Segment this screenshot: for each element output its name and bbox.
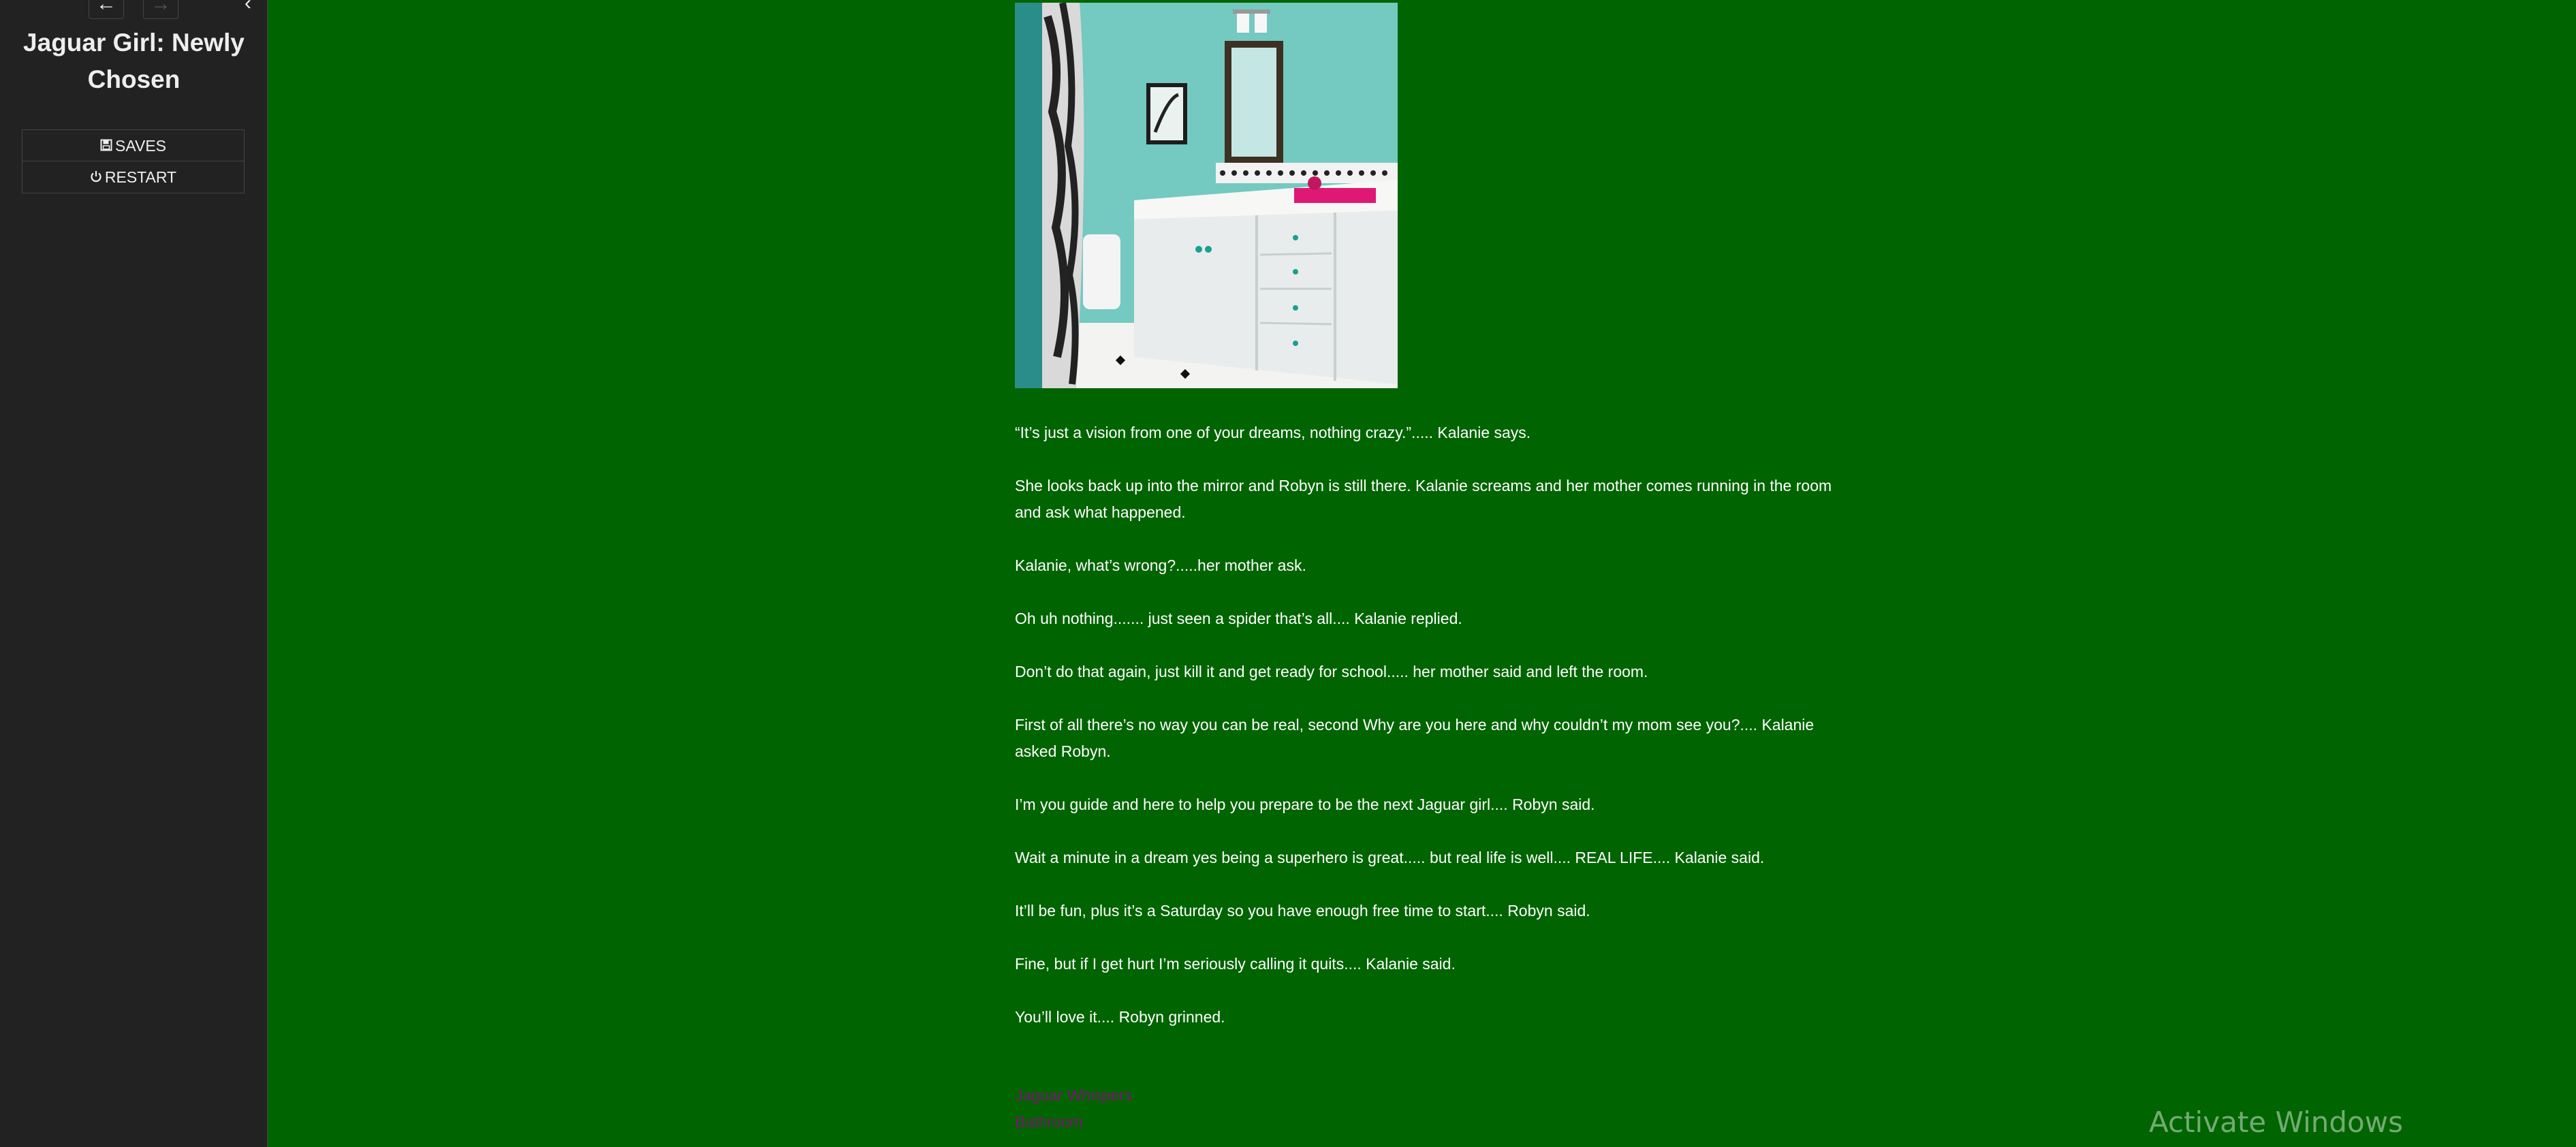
story-title: Jaguar Girl: Newly Chosen: [23, 29, 245, 93]
sidebar: ← → ‹ Jaguar Girl: Newly Chosen SAVES RE…: [0, 0, 268, 1147]
sidebar-toggle-button[interactable]: ‹: [234, 0, 262, 19]
save-icon: [100, 131, 112, 163]
passage-paragraph: Oh uh nothing....... just seen a spider …: [1015, 610, 1462, 627]
arrow-right-icon: →: [151, 0, 171, 15]
saves-button[interactable]: SAVES: [22, 130, 244, 161]
sidebar-menu: SAVES RESTART: [22, 129, 245, 193]
passage-paragraph: It’ll be fun, plus it’s a Saturday so yo…: [1015, 902, 1590, 920]
passage-paragraph: Don’t do that again, just kill it and ge…: [1015, 663, 1648, 680]
activate-windows-watermark: Activate Windows: [2149, 1105, 2403, 1139]
power-icon: [90, 163, 102, 194]
link-jaguar-whispers[interactable]: Jaguar Whispers: [1015, 1082, 1859, 1109]
link-bathroom[interactable]: Bathroom: [1015, 1109, 1859, 1135]
chevron-left-icon: ‹: [245, 0, 251, 14]
passage: “It’s just a vision from one of your dre…: [1015, 0, 1859, 1135]
passage-paragraph: Wait a minute in a dream yes being a sup…: [1015, 849, 1765, 866]
history-back-button[interactable]: ←: [89, 0, 124, 19]
passage-paragraph: Fine, but if I get hurt I’m seriously ca…: [1015, 955, 1456, 973]
bathroom-scene-image: [1015, 3, 1398, 388]
passage-paragraph: She looks back up into the mirror and Ro…: [1015, 477, 1832, 521]
saves-label: SAVES: [115, 137, 166, 155]
passage-paragraph: First of all there’s no way you can be r…: [1015, 716, 1815, 760]
passage-paragraph: Kalanie, what’s wrong?.....her mother as…: [1015, 556, 1306, 574]
arrow-left-icon: ←: [96, 0, 116, 15]
restart-button[interactable]: RESTART: [22, 161, 244, 193]
restart-label: RESTART: [104, 168, 177, 186]
history-forward-button[interactable]: →: [143, 0, 178, 19]
passage-paragraph: You’ll love it.... Robyn grinned.: [1015, 1008, 1225, 1026]
passage-links: Jaguar Whispers Bathroom: [1015, 1082, 1859, 1135]
passage-paragraph: “It’s just a vision from one of your dre…: [1015, 424, 1531, 441]
passage-paragraph: I’m you guide and here to help you prepa…: [1015, 796, 1595, 813]
